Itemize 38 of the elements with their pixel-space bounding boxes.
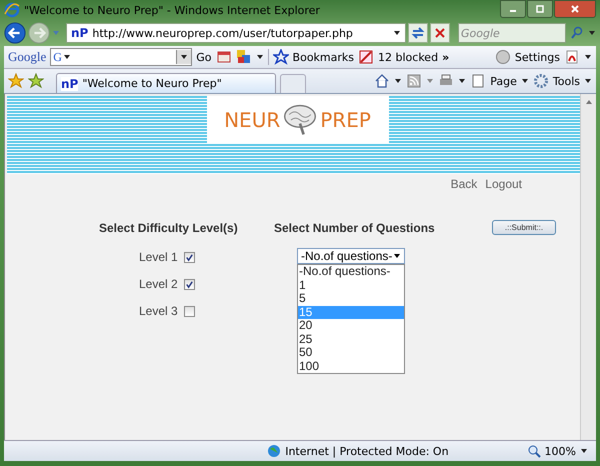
nav-link[interactable]: Logout: [485, 177, 522, 191]
search-engine-icon[interactable]: G: [51, 50, 62, 64]
more-button[interactable]: »: [442, 50, 450, 64]
browser-tab[interactable]: nP "Welcome to Neuro Prep": [56, 73, 276, 93]
dropdown-option[interactable]: 5: [298, 292, 404, 306]
security-zone-text: Internet | Protected Mode: On: [285, 444, 449, 458]
submit-button[interactable]: .::Submit::.: [492, 220, 556, 235]
site-icon: nP: [71, 26, 88, 40]
search-field[interactable]: Google: [458, 23, 566, 43]
site-icon: nP: [61, 76, 78, 90]
dropdown-option[interactable]: 100: [298, 360, 404, 373]
window-title: "Welcome to Neuro Prep" - Windows Internet Explorer: [24, 4, 320, 16]
url-text: http://www.neuroprep.com/user/tutorpaper.php: [92, 26, 354, 40]
level-label: Level 1: [139, 250, 178, 264]
zoom-level[interactable]: 100%: [544, 444, 576, 458]
dropdown-option[interactable]: 1: [298, 278, 404, 292]
logo-text: NEUR: [224, 108, 280, 132]
level-label: Level 3: [139, 304, 178, 318]
google-search-field[interactable]: G: [50, 48, 192, 66]
blocked-count[interactable]: 12 blocked: [378, 50, 438, 64]
settings-menu[interactable]: Settings: [514, 50, 560, 64]
address-bar[interactable]: nP http://www.neuroprep.com/user/tutorpaper.php: [66, 23, 406, 43]
questions-heading: Select Number of Questions: [274, 221, 436, 235]
logo-text: PREP: [320, 108, 371, 132]
difficulty-heading: Select Difficulty Level(s): [99, 221, 239, 235]
level-label: Level 2: [139, 277, 178, 291]
dropdown-option[interactable]: -No.of questions-: [298, 265, 404, 278]
dropdown-option[interactable]: 50: [298, 346, 404, 360]
dropdown-option[interactable]: 25: [298, 332, 404, 346]
bookmarks-menu[interactable]: Bookmarks: [292, 50, 354, 64]
page-menu[interactable]: Page: [490, 74, 517, 88]
nav-link[interactable]: Back: [450, 177, 478, 191]
google-logo: Google: [8, 49, 46, 65]
dropdown-option[interactable]: 20: [298, 319, 404, 332]
go-button[interactable]: Go: [196, 50, 212, 64]
tab-title: "Welcome to Neuro Prep": [82, 77, 222, 90]
questions-dropdown[interactable]: -No.of questions-: [297, 248, 405, 264]
tools-menu[interactable]: Tools: [552, 74, 580, 88]
